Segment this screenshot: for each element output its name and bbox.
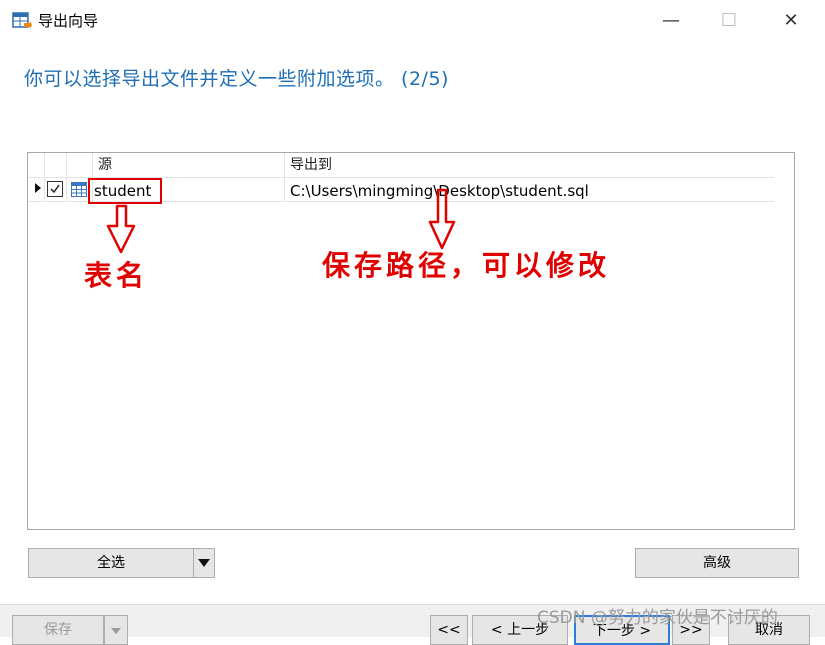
annotation-arrows bbox=[106, 188, 456, 254]
down-arrow-icon bbox=[106, 204, 136, 254]
watermark: CSDN @努力的家伙是不讨厌的 bbox=[537, 608, 778, 628]
down-arrow-icon bbox=[428, 188, 456, 250]
advanced-button[interactable]: 高级 bbox=[635, 548, 799, 578]
chevron-down-icon bbox=[198, 559, 210, 567]
first-step-button[interactable]: << bbox=[430, 615, 468, 645]
save-dropdown[interactable] bbox=[104, 615, 128, 645]
select-all-button[interactable]: 全选 bbox=[28, 548, 194, 578]
select-all-dropdown[interactable] bbox=[193, 548, 215, 578]
annotation-save-path: 保存路径，可以修改 bbox=[322, 249, 611, 282]
annotation-table-name: 表名 bbox=[84, 259, 149, 292]
chevron-down-icon bbox=[111, 628, 121, 634]
save-button[interactable]: 保存 bbox=[12, 615, 104, 645]
